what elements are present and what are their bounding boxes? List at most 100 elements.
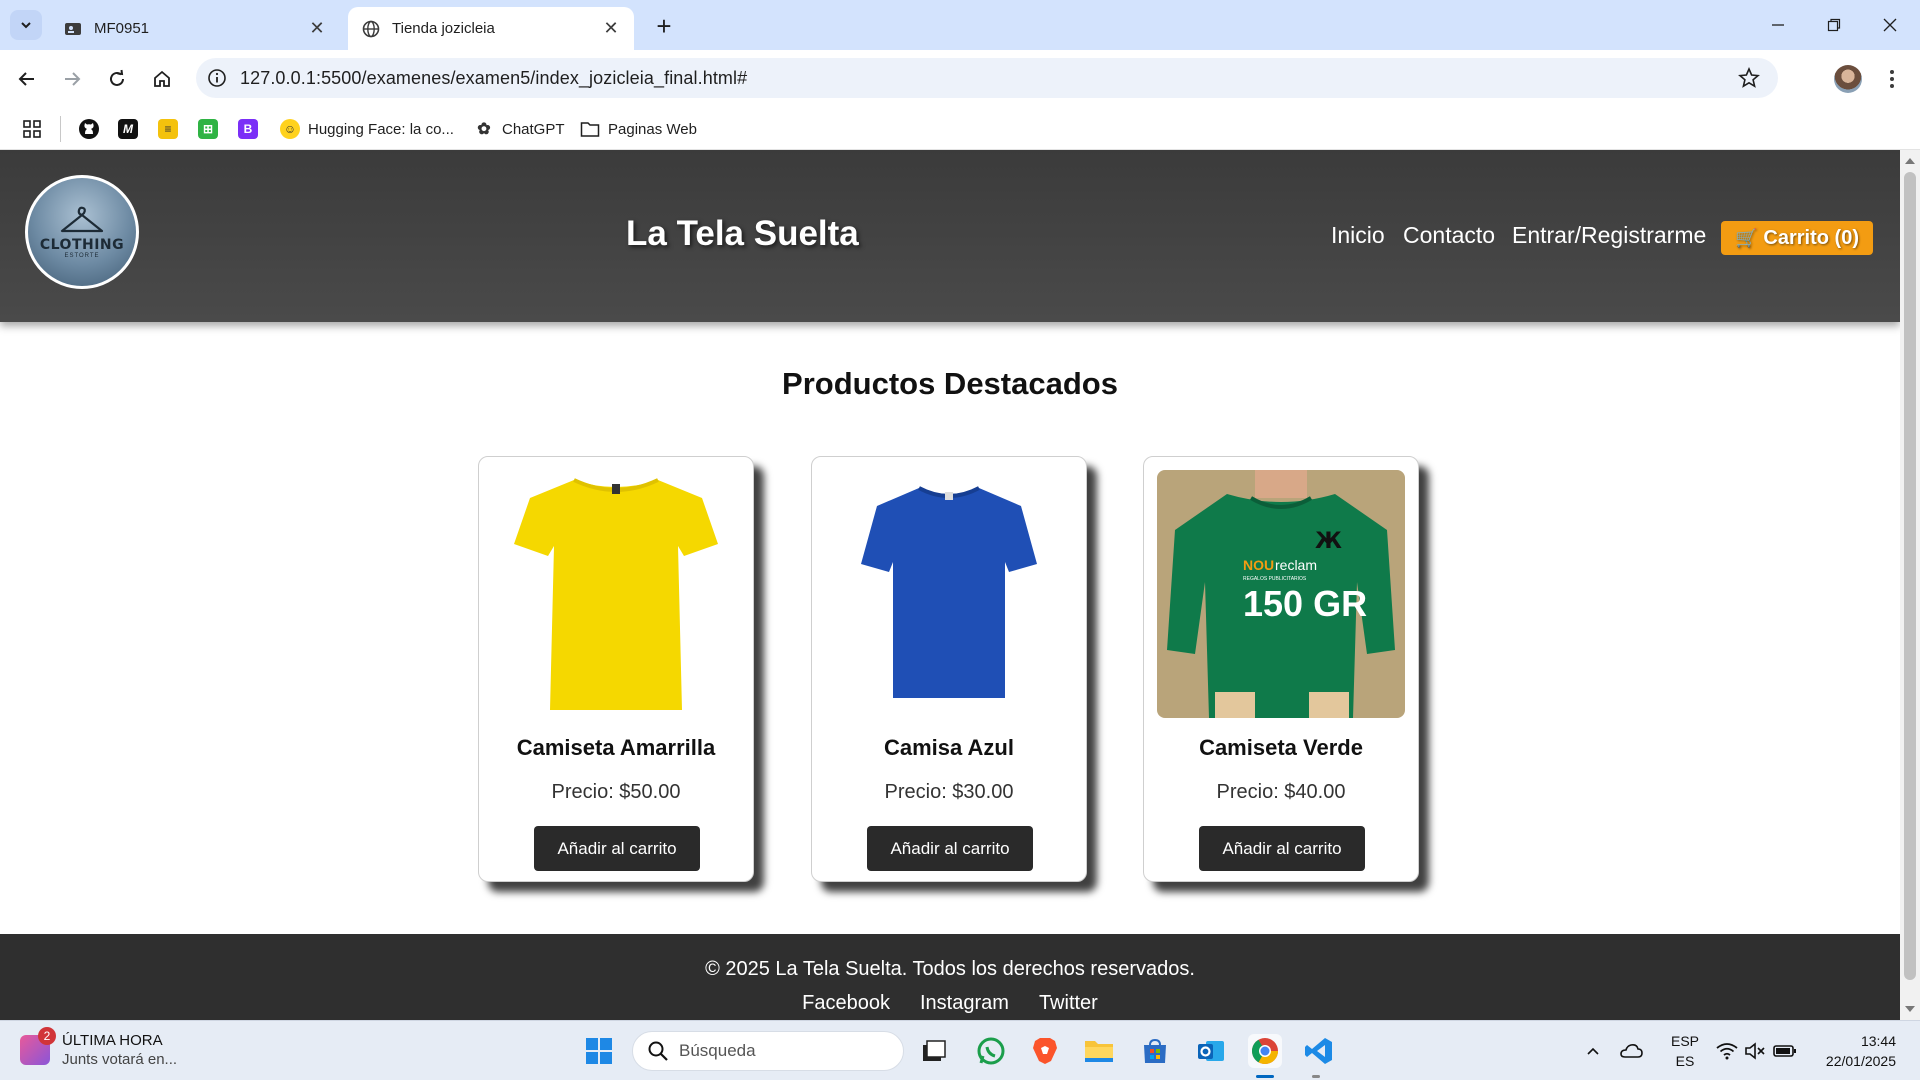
bootstrap-icon[interactable]: B <box>238 116 266 142</box>
nav-entrar-registrarme[interactable]: Entrar/Registrarme <box>1512 222 1706 249</box>
footer-links: Facebook Instagram Twitter <box>0 992 1900 1015</box>
product-card: Ж NOU reclam REGALOS PUBLICITARIOS 150 G… <box>1143 456 1419 882</box>
nav-inicio[interactable]: Inicio <box>1331 222 1385 249</box>
outlook-icon[interactable] <box>1194 1034 1228 1068</box>
reload-icon[interactable] <box>100 62 134 96</box>
footer-link-instagram[interactable]: Instagram <box>920 992 1009 1015</box>
m-icon[interactable]: M <box>118 116 146 142</box>
tab-title: MF0951 <box>94 20 150 37</box>
restore-icon[interactable] <box>1820 12 1848 38</box>
bookmark-chatgpt[interactable]: ✿ ChatGPT <box>474 116 565 142</box>
microsoft-store-icon[interactable] <box>1138 1034 1172 1068</box>
print-tag: REGALOS PUBLICITARIOS <box>1243 576 1307 582</box>
bookmark-hugging-face[interactable]: ☺ Hugging Face: la co... <box>280 116 454 142</box>
github-icon[interactable] <box>78 116 100 142</box>
scroll-up-icon[interactable] <box>1905 158 1915 164</box>
search-placeholder: Búsqueda <box>679 1041 756 1060</box>
footer-link-twitter[interactable]: Twitter <box>1039 992 1098 1015</box>
bookmark-label: ChatGPT <box>502 120 565 138</box>
window-close-icon[interactable] <box>1876 12 1904 38</box>
url-text: 127.0.0.1:5500/examenes/examen5/index_jo… <box>240 67 748 88</box>
stack-icon[interactable]: ≡ <box>158 116 186 142</box>
add-to-cart-button[interactable]: Añadir al carrito <box>867 826 1033 871</box>
tab-mf0951[interactable]: MF0951 ✕ <box>50 7 340 50</box>
svg-text:Ж: Ж <box>1315 529 1342 554</box>
section-title: Productos Destacados <box>782 366 1118 401</box>
address-bar[interactable]: 127.0.0.1:5500/examenes/examen5/index_jo… <box>196 58 1778 98</box>
product-name: Camisa Azul <box>883 735 1014 760</box>
onedrive-cloud-icon[interactable] <box>1614 1034 1648 1068</box>
cart-button[interactable]: 🛒 Carrito (0) <box>1721 221 1873 255</box>
apps-grid-icon[interactable] <box>22 116 42 142</box>
news-badge: 2 <box>38 1027 56 1045</box>
globe-icon <box>362 20 380 38</box>
more-menu-icon[interactable] <box>1882 64 1902 94</box>
news-widget[interactable]: 2 ÚLTIMA HORA Junts votará en... <box>20 1027 177 1069</box>
clock-time: 13:44 <box>1860 1033 1896 1049</box>
nav-contacto[interactable]: Contacto <box>1403 222 1495 249</box>
print-brand-b: reclam <box>1275 557 1317 573</box>
store-logo[interactable]: CLOTHING ESTORTE <box>25 175 139 289</box>
minimize-icon[interactable] <box>1764 12 1792 38</box>
bookmark-star-icon[interactable] <box>1738 66 1760 89</box>
green-app-icon[interactable]: ⊞ <box>198 116 226 142</box>
tab-tienda[interactable]: Tienda jozicleia ✕ <box>348 7 634 50</box>
site-title: La Tela Suelta <box>626 214 859 253</box>
product-card: Camiseta Amarrilla Precio: $50.00 Añadir… <box>478 456 754 882</box>
product-card: Camisa Azul Precio: $30.00 Añadir al car… <box>811 456 1087 882</box>
new-tab-button[interactable]: + <box>650 11 678 41</box>
home-icon[interactable] <box>145 62 179 96</box>
product-price: Precio: $50.00 <box>551 781 681 803</box>
close-icon[interactable]: ✕ <box>308 18 326 38</box>
chrome-icon[interactable] <box>1248 1034 1282 1068</box>
chrome-active-indicator <box>1256 1075 1274 1078</box>
task-view-icon[interactable] <box>916 1034 950 1068</box>
product-name: Camiseta Verde <box>1199 735 1363 760</box>
chatgpt-icon: ✿ <box>477 121 491 138</box>
footer-link-facebook[interactable]: Facebook <box>802 992 890 1015</box>
tab-search-button[interactable] <box>10 10 42 40</box>
add-to-cart-button[interactable]: Añadir al carrito <box>534 826 700 871</box>
battery-icon[interactable] <box>1768 1034 1802 1068</box>
logo-subword: ESTORTE <box>64 253 100 259</box>
file-explorer-icon[interactable] <box>1082 1034 1116 1068</box>
logo-word: CLOTHING <box>39 237 125 253</box>
print-brand-a: NOU <box>1243 557 1274 573</box>
keyboard-layout: ES <box>1675 1053 1695 1069</box>
chevron-down-icon <box>21 22 31 29</box>
taskbar: 2 ÚLTIMA HORA Junts votará en... Búsqued… <box>0 1020 1920 1080</box>
profile-avatar[interactable] <box>1834 65 1862 93</box>
system-clock[interactable]: 13:44 22/01/2025 <box>1816 1031 1896 1071</box>
language-indicator[interactable]: ESP ES <box>1668 1031 1702 1071</box>
back-arrow-icon[interactable] <box>10 62 44 96</box>
tab-strip: MF0951 ✕ Tienda jozicleia ✕ + <box>0 0 1920 50</box>
cart-icon: 🛒 <box>1735 227 1758 248</box>
add-to-cart-button[interactable]: Añadir al carrito <box>1199 826 1365 871</box>
site-header: CLOTHING ESTORTE La Tela Suelta Inicio C… <box>0 150 1900 322</box>
product-image-yellow-tshirt <box>492 470 740 718</box>
cart-label: Carrito (0) <box>1763 226 1859 249</box>
news-title: ÚLTIMA HORA <box>62 1032 163 1049</box>
forward-arrow-icon[interactable] <box>55 62 89 96</box>
vscode-icon[interactable] <box>1302 1034 1336 1068</box>
bookmark-folder[interactable]: Paginas Web <box>580 116 697 142</box>
copyright-text: © 2025 La Tela Suelta. Todos los derecho… <box>705 958 1195 980</box>
print-weight: 150 GR <box>1243 583 1367 624</box>
profile-card-icon <box>64 20 82 38</box>
chevron-up-icon[interactable] <box>1576 1034 1610 1068</box>
site-info-icon[interactable] <box>206 67 228 89</box>
brave-icon[interactable] <box>1028 1034 1062 1068</box>
scroll-down-icon[interactable] <box>1905 1006 1915 1012</box>
scrollbar-thumb[interactable] <box>1904 172 1916 980</box>
taskbar-search[interactable]: Búsqueda <box>632 1031 904 1071</box>
close-icon[interactable]: ✕ <box>602 18 620 38</box>
whatsapp-icon[interactable] <box>974 1034 1008 1068</box>
windows-start-icon[interactable] <box>582 1034 616 1068</box>
site-footer: © 2025 La Tela Suelta. Todos los derecho… <box>0 934 1900 1020</box>
page-scrollbar[interactable] <box>1900 150 1920 1020</box>
page-viewport: CLOTHING ESTORTE La Tela Suelta Inicio C… <box>0 150 1900 1020</box>
speaker-muted-icon[interactable] <box>1738 1034 1772 1068</box>
clock-date: 22/01/2025 <box>1825 1053 1896 1069</box>
search-icon <box>648 1041 668 1061</box>
hanger-icon <box>60 206 104 233</box>
